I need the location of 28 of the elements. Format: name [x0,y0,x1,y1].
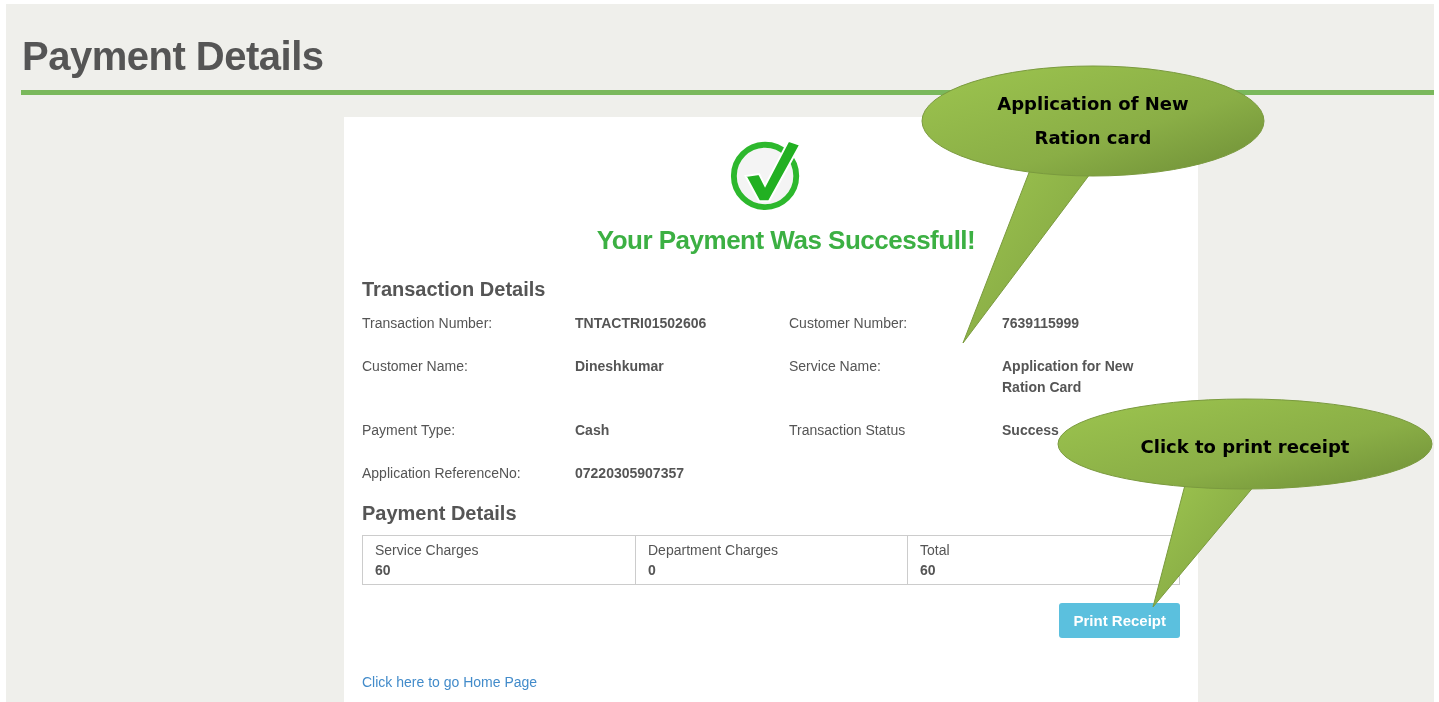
table-cell-text: 60 [375,562,392,578]
field-value: TNTACTRI01502606 [575,314,708,333]
field-label: Payment Type: [362,422,457,440]
section-heading: Transaction Details [362,278,547,301]
table-cell-text: 60 [920,562,937,578]
table-header: Department Charges [648,542,779,558]
field-label: Customer Name: [362,358,469,376]
field-value: 07220305907357 [575,464,685,483]
field-value: Application for New Ration Card [1002,357,1135,397]
field-label: Customer Number: [789,315,909,333]
field-value: 7639115999 [1002,314,1081,333]
callout-text: Application of New Ration card [996,92,1190,150]
field-value: Cash [575,421,611,440]
field-value: Success [1002,421,1060,440]
section-heading: Payment Details [362,502,518,525]
table-header: Total [920,542,951,558]
callout-text: Click to print receipt [1139,435,1351,459]
table-cell-text: 0 [648,562,657,578]
print-receipt-button[interactable]: Print Receipt [1059,603,1180,638]
field-label: Transaction Status [789,422,907,440]
field-label: Application ReferenceNo: [362,465,522,483]
field-label: Transaction Number: [362,315,494,333]
field-value: Dineshkumar [575,357,665,376]
page-title: Payment Details [21,33,325,78]
success-message: Your Payment Was Successfull! [595,225,977,256]
field-label: Service Name: [789,358,882,376]
home-page-link[interactable]: Click here to go Home Page [362,674,538,690]
table-header: Service Charges [375,542,480,558]
